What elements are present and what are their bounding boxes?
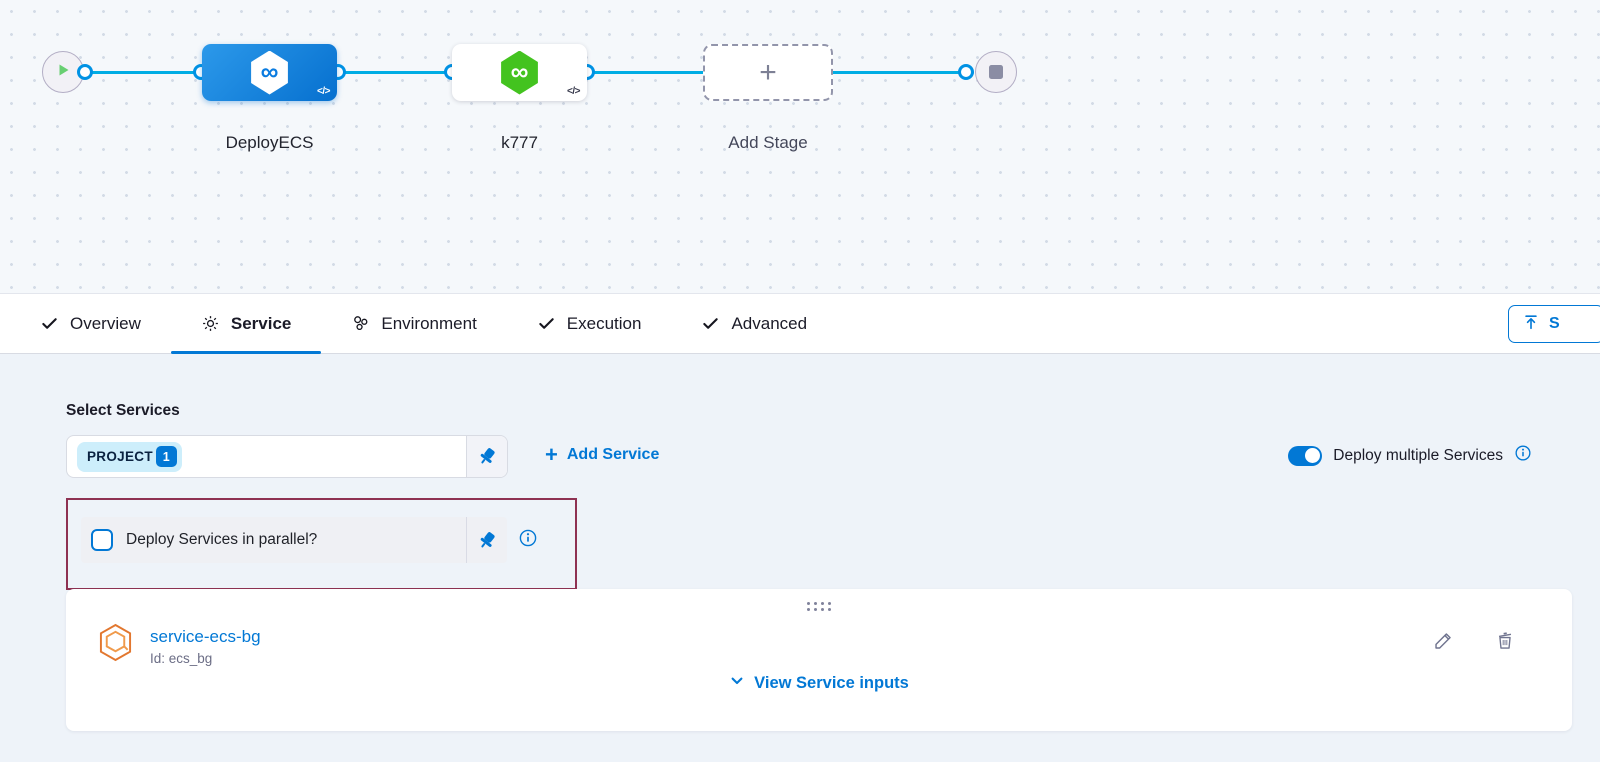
deploy-parallel-field: Deploy Services in parallel? (81, 517, 507, 563)
view-inputs-label: View Service inputs (754, 674, 909, 693)
stage-node-deployecs[interactable]: ∞ </> (202, 44, 337, 101)
deploy-multiple-label: Deploy multiple Services (1333, 447, 1503, 465)
deploy-multiple-services-row: Deploy multiple Services (1288, 444, 1532, 467)
service-name-link[interactable]: service-ecs-bg (150, 627, 261, 647)
code-view-icon: </> (567, 86, 580, 97)
tab-label: Advanced (731, 314, 807, 334)
pipeline-canvas[interactable]: ∞ </> ∞ </> + DeployECS k777 Add Stage (0, 0, 1600, 293)
stop-icon (989, 65, 1003, 79)
chip-label: PROJECT (87, 449, 153, 464)
pin-icon (475, 528, 498, 551)
add-service-label: Add Service (567, 446, 659, 464)
stage-label-add-stage[interactable]: Add Stage (703, 133, 833, 153)
delete-service-button[interactable] (1494, 629, 1516, 657)
tab-advanced[interactable]: Advanced (671, 294, 837, 353)
environment-icon (351, 314, 370, 333)
select-services-label: Select Services (66, 402, 180, 420)
tab-label: Environment (381, 314, 476, 334)
tab-service[interactable]: Service (171, 294, 322, 353)
stage-label-deployecs[interactable]: DeployECS (202, 133, 337, 153)
stage-label-k777[interactable]: k777 (452, 133, 587, 153)
check-icon (40, 314, 59, 333)
deploy-parallel-label: Deploy Services in parallel? (126, 531, 317, 549)
tab-label: Execution (567, 314, 642, 334)
play-icon (55, 62, 71, 83)
deploy-parallel-checkbox[interactable] (91, 529, 113, 551)
selected-services-chip[interactable]: PROJECT 1 (77, 442, 182, 472)
port-end-in[interactable] (958, 64, 974, 80)
service-id-text: Id: ecs_bg (150, 651, 212, 666)
stage-config-tabbar: Overview Service Environment Execution A… (0, 293, 1600, 354)
deploy-multiple-toggle[interactable] (1288, 446, 1322, 466)
add-service-button[interactable]: + Add Service (545, 444, 659, 466)
harness-logo-icon: ∞ (500, 51, 540, 95)
fixed-input-pin-button[interactable] (466, 517, 507, 563)
save-button[interactable]: S (1508, 305, 1600, 343)
edit-service-button[interactable] (1432, 629, 1455, 657)
service-card: service-ecs-bg Id: ecs_bg View Service i… (66, 589, 1572, 731)
chip-count-badge: 1 (156, 446, 177, 467)
chevron-down-icon (729, 673, 745, 694)
pipeline-end-node (975, 51, 1017, 93)
upload-icon (1522, 313, 1540, 336)
gear-icon (201, 314, 220, 333)
fixed-input-pin-button[interactable] (466, 436, 507, 477)
tab-environment[interactable]: Environment (321, 294, 506, 353)
annotation-highlight-box: Deploy Services in parallel? (66, 498, 577, 590)
code-view-icon: </> (317, 86, 330, 97)
check-icon (701, 314, 720, 333)
harness-logo-icon: ∞ (250, 51, 290, 95)
add-stage-button[interactable]: + (703, 44, 833, 101)
stage-node-k777[interactable]: ∞ </> (452, 44, 587, 101)
tab-label: Service (231, 314, 292, 334)
service-hexagon-icon (98, 623, 133, 667)
service-tab-panel: Select Services PROJECT 1 + Add Service … (0, 354, 1600, 762)
info-icon[interactable] (518, 528, 538, 553)
info-icon[interactable] (1514, 444, 1532, 467)
tab-label: Overview (70, 314, 141, 334)
view-service-inputs-link[interactable]: View Service inputs (66, 673, 1572, 694)
plus-icon: + (759, 58, 777, 88)
drag-handle[interactable] (807, 602, 831, 611)
save-button-label: S (1549, 315, 1560, 333)
pin-icon (475, 445, 498, 468)
port-start-out[interactable] (77, 64, 93, 80)
tab-execution[interactable]: Execution (507, 294, 672, 353)
plus-icon: + (545, 444, 558, 466)
check-icon (537, 314, 556, 333)
tab-overview[interactable]: Overview (10, 294, 171, 353)
select-services-input[interactable]: PROJECT 1 (66, 435, 508, 478)
